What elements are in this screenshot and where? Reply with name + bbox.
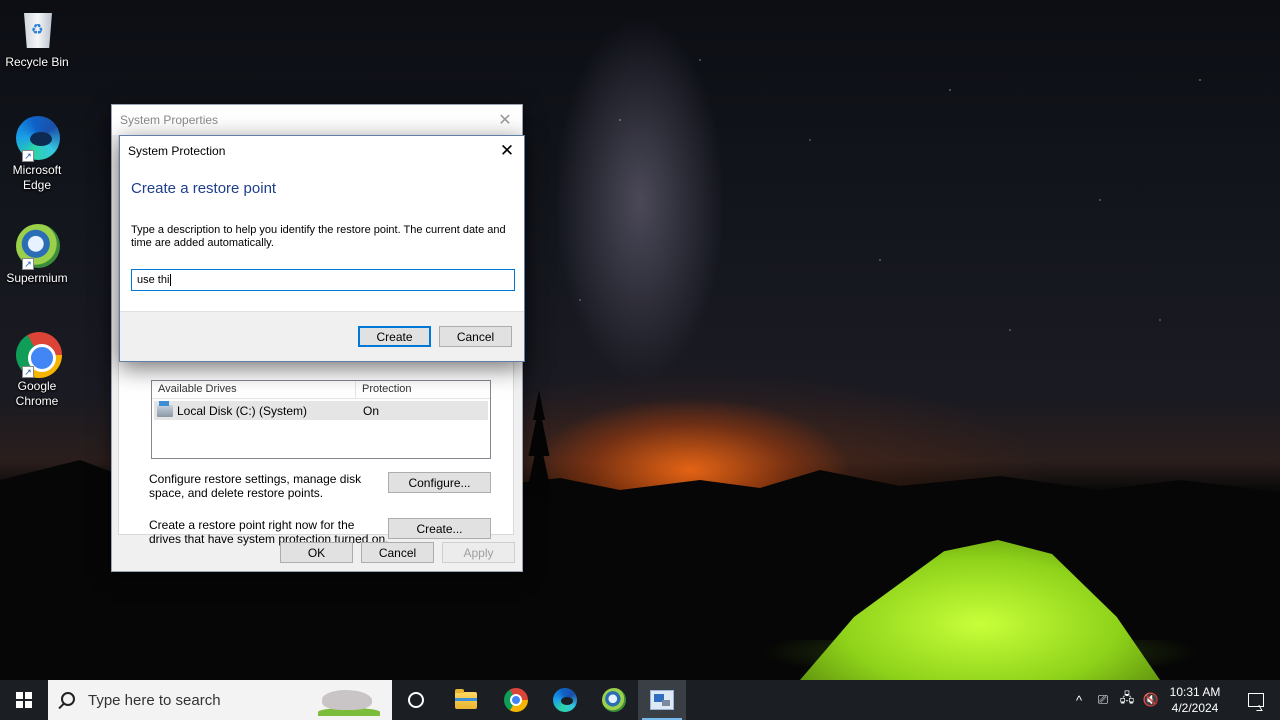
dialog-titlebar[interactable]: System Protection (120, 136, 524, 166)
action-center-button[interactable] (1232, 680, 1280, 720)
search-highlight-image (318, 684, 380, 716)
desktop-icon-label: Google Chrome (15, 379, 59, 408)
taskbar-edge[interactable] (541, 680, 589, 720)
disk-drive-icon (157, 400, 173, 417)
drives-list-header: Available Drives Protection (152, 381, 490, 399)
taskbar-file-explorer[interactable] (442, 680, 490, 720)
supermium-icon: ↗ (14, 222, 60, 270)
recycle-bin-icon (14, 6, 60, 52)
show-hidden-icons-button[interactable]: ^ (1068, 680, 1090, 720)
windows-logo-icon (16, 692, 32, 708)
shortcut-arrow-icon: ↗ (22, 258, 34, 270)
volume-muted-icon: 🔇 (1142, 692, 1160, 707)
desktop-icon-label: Recycle Bin (5, 55, 69, 69)
search-placeholder: Type here to search (88, 691, 221, 709)
available-drives-list[interactable]: Available Drives Protection Local Disk (… (151, 380, 491, 459)
desktop-icon-recycle-bin[interactable]: Recycle Bin (2, 6, 72, 70)
desktop-icon-edge[interactable]: ↗ Microsoft Edge (2, 114, 72, 193)
edge-icon (553, 688, 577, 712)
camera-icon: ⎚ (1097, 692, 1109, 707)
system-protection-dialog: System Protection ✕ Create a restore poi… (119, 135, 525, 362)
edge-icon: ↗ (14, 114, 60, 162)
restore-point-description-input[interactable]: use thi (131, 269, 515, 291)
desktop-icon-supermium[interactable]: ↗ Supermium (2, 222, 72, 286)
dialog-title: System Protection (128, 144, 226, 158)
window-title: System Properties (120, 113, 219, 127)
chrome-icon: ↗ (14, 330, 62, 378)
create-restore-point-button[interactable]: Create... (388, 518, 491, 539)
search-icon (61, 692, 75, 706)
apply-button[interactable]: Apply (442, 542, 515, 563)
shortcut-arrow-icon: ↗ (22, 366, 34, 378)
create-description: Create a restore point right now for the… (149, 518, 389, 546)
shortcut-arrow-icon: ↗ (22, 150, 34, 162)
system-properties-icon (650, 690, 674, 710)
clock-date: 4/2/2024 (1171, 701, 1219, 715)
notification-icon (1248, 693, 1264, 707)
close-icon[interactable]: ✕ (496, 140, 518, 162)
taskbar: Type here to search ^ ⎚ 🖧 🔇 10:31 AM 4/2… (0, 680, 1280, 720)
system-properties-titlebar[interactable]: System Properties (112, 105, 522, 135)
column-header-drives[interactable]: Available Drives (152, 381, 356, 398)
configure-description: Configure restore settings, manage disk … (149, 472, 362, 500)
configure-button[interactable]: Configure... (388, 472, 491, 493)
ok-button[interactable]: OK (280, 542, 353, 563)
task-view-button[interactable] (392, 680, 440, 720)
network-icon: 🖧 (1119, 690, 1135, 705)
drive-protection-status: On (363, 403, 380, 418)
create-button[interactable]: Create (358, 326, 431, 347)
chrome-icon (504, 688, 528, 712)
tray-volume[interactable]: 🔇 (1140, 680, 1162, 720)
input-value: use thi (137, 274, 170, 286)
column-header-protection[interactable]: Protection (356, 381, 418, 398)
text-caret (170, 274, 172, 286)
dialog-heading: Create a restore point (131, 180, 277, 197)
task-view-icon (408, 692, 424, 708)
chevron-up-icon: ^ (1075, 692, 1083, 708)
dialog-footer: Create Cancel (120, 311, 524, 361)
desktop-icon-label: Microsoft Edge (12, 163, 62, 192)
clock-time: 10:31 AM (1169, 685, 1221, 699)
drive-row[interactable]: Local Disk (C:) (System) On (154, 400, 488, 420)
taskbar-supermium[interactable] (590, 680, 638, 720)
desktop-icon-chrome[interactable]: ↗ Google Chrome (2, 330, 72, 409)
cancel-button[interactable]: Cancel (439, 326, 512, 347)
taskbar-chrome[interactable] (492, 680, 540, 720)
tray-meet-now[interactable]: ⎚ (1092, 680, 1114, 720)
file-explorer-icon (455, 688, 477, 709)
dialog-instructions: Type a description to help you identify … (131, 224, 506, 249)
supermium-icon (602, 688, 626, 712)
taskbar-system-properties[interactable] (638, 680, 686, 720)
taskbar-clock[interactable]: 10:31 AM 4/2/2024 (1160, 680, 1230, 720)
tray-network[interactable]: 🖧 (1116, 680, 1138, 720)
taskbar-search-box[interactable]: Type here to search (48, 680, 392, 720)
cancel-button[interactable]: Cancel (361, 542, 434, 563)
close-icon[interactable]: ✕ (494, 109, 516, 131)
desktop-icon-label: Supermium (6, 271, 68, 285)
start-button[interactable] (0, 680, 48, 720)
drive-name: Local Disk (C:) (System) (177, 403, 308, 418)
